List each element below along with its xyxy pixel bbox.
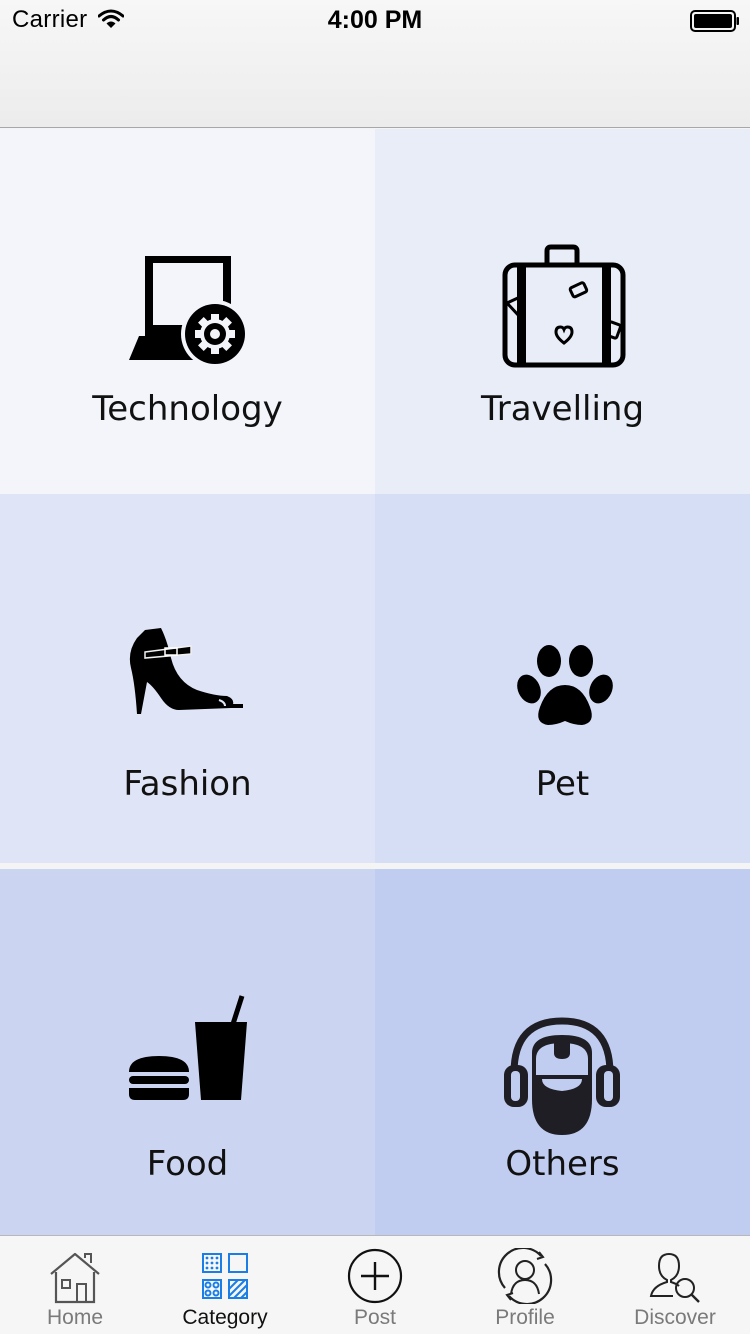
category-travelling[interactable]: Travelling xyxy=(375,129,750,498)
tab-home[interactable]: Home xyxy=(0,1236,150,1334)
app-screen: Carrier 4:00 PM Technology Travelling Fa… xyxy=(0,0,750,1334)
tab-discover[interactable]: Discover xyxy=(600,1236,750,1334)
battery-icon xyxy=(690,10,739,32)
tab-label: Category xyxy=(182,1306,268,1329)
tab-category[interactable]: Category xyxy=(150,1236,300,1334)
laptop-gear-icon xyxy=(129,256,249,368)
category-label: Fashion xyxy=(123,764,252,804)
status-bar: Carrier 4:00 PM xyxy=(0,0,750,40)
category-fashion[interactable]: Fashion xyxy=(0,494,375,863)
category-label: Technology xyxy=(92,389,283,429)
tab-label: Profile xyxy=(495,1306,555,1329)
category-label: Food xyxy=(146,1144,229,1184)
tab-label: Home xyxy=(46,1306,104,1329)
category-pet[interactable]: Pet xyxy=(375,494,750,863)
tab-post[interactable]: Post xyxy=(300,1236,450,1334)
user-search-icon xyxy=(649,1253,700,1303)
tab-profile[interactable]: Profile xyxy=(450,1236,600,1334)
category-technology[interactable]: Technology xyxy=(0,129,375,498)
headphones-person-icon xyxy=(504,1017,620,1135)
category-label: Travelling xyxy=(480,389,645,429)
tab-bar: Home Category Post Profile Discover xyxy=(0,1235,750,1334)
tab-label: Discover xyxy=(634,1306,716,1329)
burger-drink-icon xyxy=(129,995,247,1100)
category-others[interactable]: Others xyxy=(375,869,750,1238)
suitcase-icon xyxy=(502,244,626,368)
home-icon xyxy=(50,1252,100,1304)
category-grid-icon xyxy=(202,1253,248,1299)
category-label: Pet xyxy=(535,764,590,804)
paw-icon xyxy=(517,645,613,725)
clock: 4:00 PM xyxy=(327,6,423,34)
category-label: Others xyxy=(505,1144,620,1184)
category-food[interactable]: Food xyxy=(0,869,375,1238)
profile-sync-icon xyxy=(497,1248,553,1304)
plus-circle-icon xyxy=(347,1248,403,1304)
tab-label: Post xyxy=(353,1306,397,1329)
navigation-bar: Carrier 4:00 PM xyxy=(0,0,750,128)
category-grid: Technology Travelling Fashion Pet Food O… xyxy=(0,129,750,1238)
high-heel-shoe-icon xyxy=(129,628,243,714)
